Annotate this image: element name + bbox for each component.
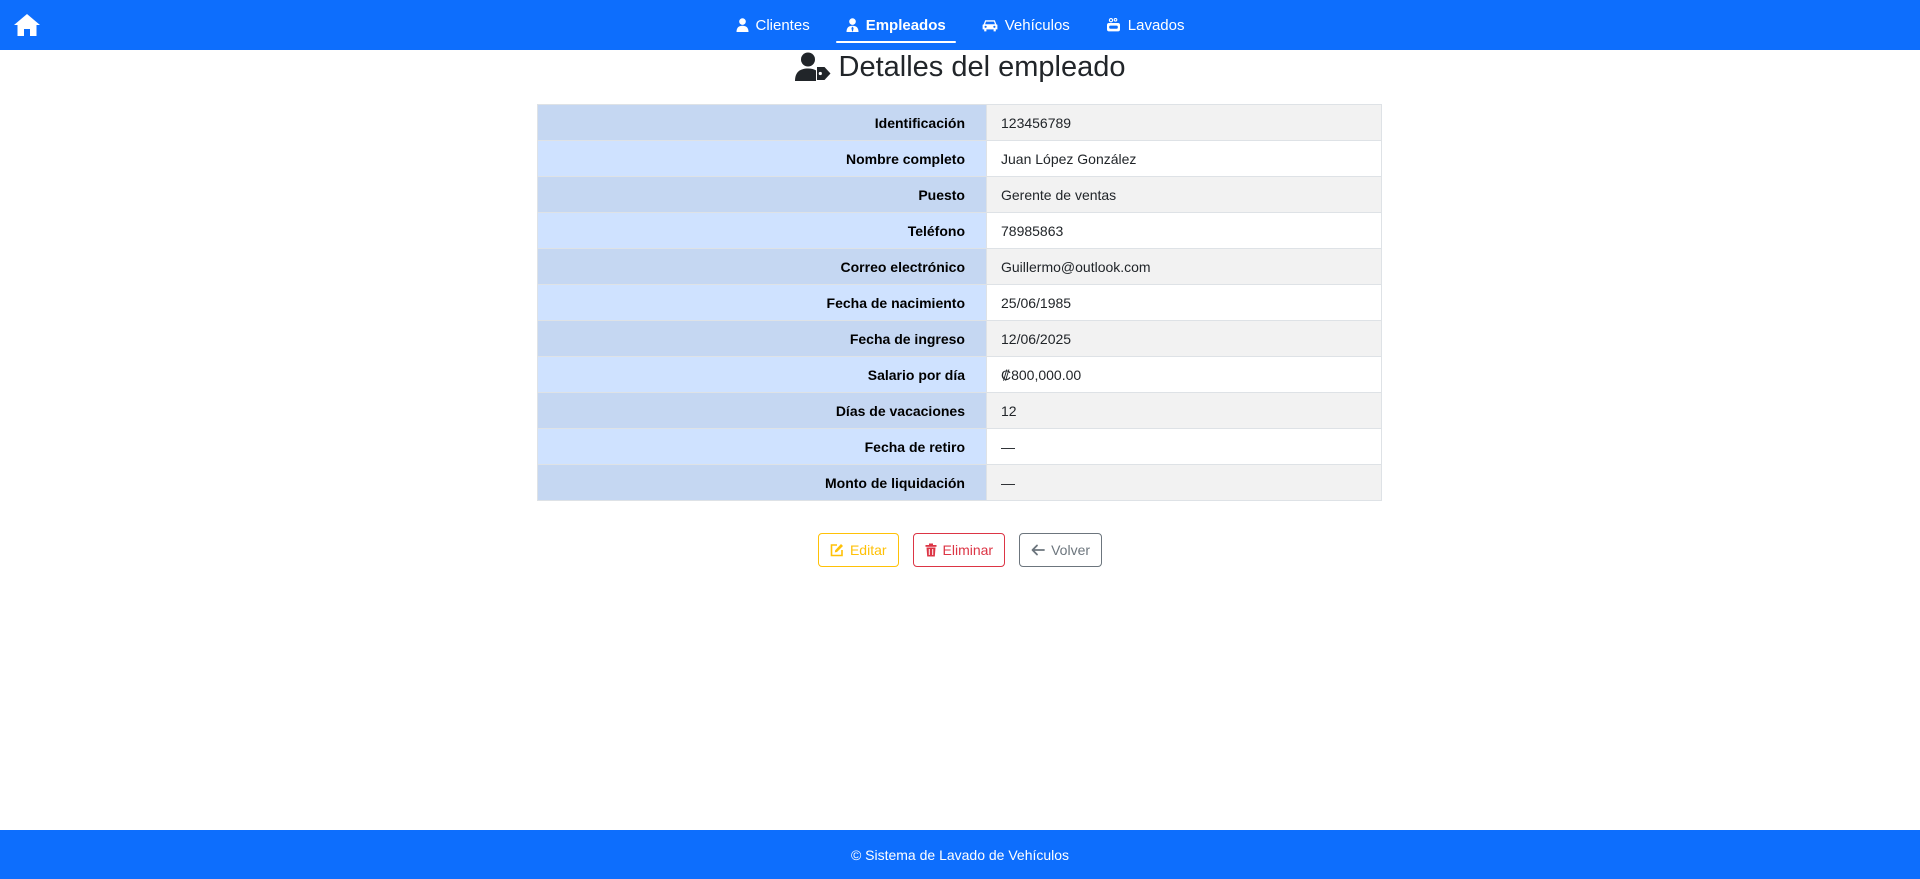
action-buttons: Editar Eliminar Volver (0, 533, 1920, 567)
field-label: Identificación (537, 104, 987, 141)
table-row: Correo electrónico Guillermo@outlook.com (537, 248, 1382, 285)
field-label: Monto de liquidación (537, 464, 987, 501)
nav-item-empleados[interactable]: Empleados (830, 8, 962, 43)
field-value: — (986, 464, 1382, 501)
trash-icon (925, 543, 937, 557)
user-tag-icon (794, 52, 831, 81)
nav-menu: Clientes Empleados Vehículos Lavados (0, 0, 1920, 50)
footer-text: © Sistema de Lavado de Vehículos (850, 846, 1070, 863)
field-value: 78985863 (986, 212, 1382, 249)
edit-button-label: Editar (849, 542, 887, 558)
employee-details-table: Identificación 123456789 Nombre completo… (537, 104, 1382, 501)
nav-item-label: Clientes (755, 16, 810, 34)
user-icon (736, 18, 748, 32)
back-button-label: Volver (1051, 542, 1091, 558)
nav-item-lavados[interactable]: Lavados (1090, 8, 1201, 42)
arrow-left-icon (1031, 544, 1046, 556)
field-label: Nombre completo (537, 140, 987, 177)
nav-item-label: Empleados (865, 16, 946, 34)
nav-item-vehiculos[interactable]: Vehículos (966, 8, 1086, 42)
delete-button[interactable]: Eliminar (912, 533, 1006, 567)
field-value: 25/06/1985 (986, 284, 1382, 321)
field-label: Salario por día (537, 356, 987, 393)
nav-item-clientes[interactable]: Clientes (720, 8, 826, 42)
table-row: Monto de liquidación — (537, 464, 1382, 501)
nav-item-label: Lavados (1127, 16, 1185, 34)
edit-icon (830, 544, 843, 557)
field-label: Correo electrónico (537, 248, 987, 285)
field-label: Fecha de nacimiento (537, 284, 987, 321)
field-value: 12/06/2025 (986, 320, 1382, 357)
field-value: 123456789 (986, 104, 1382, 141)
field-value: Gerente de ventas (986, 176, 1382, 213)
top-navbar: Clientes Empleados Vehículos Lavados (0, 0, 1920, 50)
table-row: Fecha de retiro — (537, 428, 1382, 465)
back-button[interactable]: Volver (1019, 533, 1103, 567)
table-row: Fecha de ingreso 12/06/2025 (537, 320, 1382, 357)
page-title: Detalles del empleado (838, 50, 1126, 83)
field-label: Días de vacaciones (537, 392, 987, 429)
field-value: Juan López González (986, 140, 1382, 177)
field-label: Fecha de retiro (537, 428, 987, 465)
soap-icon (1106, 18, 1120, 32)
field-value: 12 (986, 392, 1382, 429)
table-row: Salario por día ₡800,000.00 (537, 356, 1382, 393)
table-row: Puesto Gerente de ventas (537, 176, 1382, 213)
page-header: Detalles del empleado (0, 50, 1920, 84)
nav-item-label: Vehículos (1004, 16, 1070, 34)
user-tie-icon (846, 18, 859, 32)
field-value: ₡800,000.00 (986, 356, 1382, 393)
car-icon (982, 19, 998, 31)
field-label: Fecha de ingreso (537, 320, 987, 357)
table-row: Nombre completo Juan López González (537, 140, 1382, 177)
table-row: Teléfono 78985863 (537, 212, 1382, 249)
table-row: Identificación 123456789 (537, 104, 1382, 141)
field-label: Teléfono (537, 212, 987, 249)
field-value: — (986, 428, 1382, 465)
table-row: Fecha de nacimiento 25/06/1985 (537, 284, 1382, 321)
field-value: Guillermo@outlook.com (986, 248, 1382, 285)
footer: © Sistema de Lavado de Vehículos (0, 830, 1920, 879)
delete-button-label: Eliminar (942, 542, 994, 558)
table-row: Días de vacaciones 12 (537, 392, 1382, 429)
edit-button[interactable]: Editar (817, 533, 899, 567)
field-label: Puesto (537, 176, 987, 213)
